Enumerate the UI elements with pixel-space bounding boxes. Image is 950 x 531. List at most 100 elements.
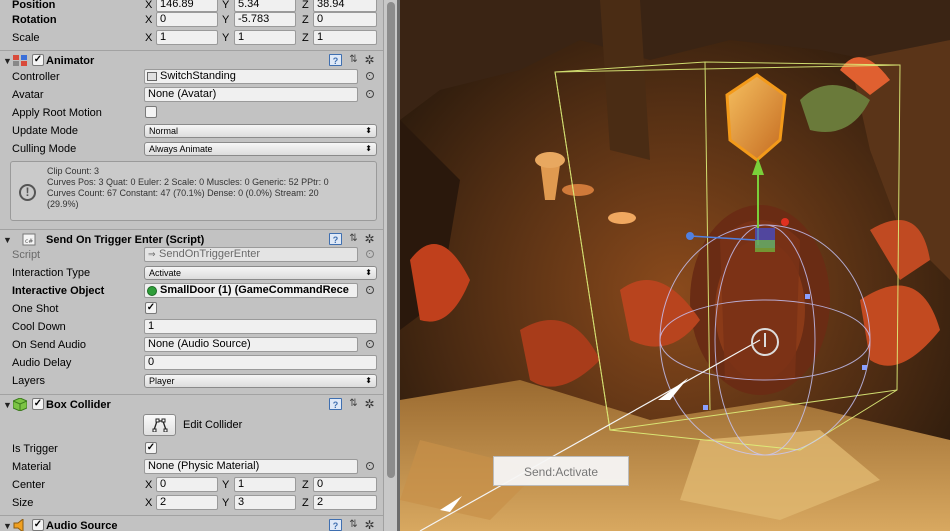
audio-delay-field[interactable]: 0 (144, 355, 377, 370)
gear-icon[interactable]: ✲ (363, 398, 376, 410)
audio-delay-row: Audio Delay 0 (0, 354, 383, 372)
size-x-axis: X (145, 497, 153, 509)
material-field[interactable]: None (Physic Material) (144, 459, 358, 474)
preset-icon[interactable]: ⇅ (347, 398, 360, 410)
scale-x-field[interactable]: 1 (156, 30, 218, 45)
preset-icon[interactable]: ⇅ (347, 233, 360, 245)
audio-source-icon (13, 519, 24, 531)
center-z-field[interactable]: 0 (313, 477, 377, 492)
size-x-field[interactable]: 2 (156, 495, 218, 510)
is-trigger-label: Is Trigger (12, 443, 58, 455)
interaction-type-row: Interaction Type Activate ⬍ (0, 264, 383, 282)
center-y-field[interactable]: 1 (234, 477, 296, 492)
scale-x-axis: X (145, 32, 153, 44)
avatar-field[interactable]: None (Avatar) (144, 87, 358, 102)
avatar-label: Avatar (12, 89, 44, 101)
gear-icon[interactable]: ✲ (363, 233, 376, 245)
foldout-arrow-icon[interactable]: ▼ (3, 400, 12, 410)
animator-info-box: ! Clip Count: 3 Curves Pos: 3 Quat: 0 Eu… (10, 161, 377, 221)
object-picker-icon[interactable] (366, 340, 374, 348)
one-shot-row: One Shot ✓ (0, 300, 383, 318)
scale-y-field[interactable]: 1 (234, 30, 296, 45)
size-z-field[interactable]: 2 (313, 495, 377, 510)
animator-header-icons: ? ⇅ ✲ (329, 54, 379, 68)
scrollbar-thumb[interactable] (387, 2, 395, 478)
interaction-type-dropdown[interactable]: Activate ⬍ (144, 266, 377, 280)
foldout-arrow-icon[interactable]: ▼ (3, 56, 12, 66)
audio-source-header-icons: ? ⇅ ✲ (329, 519, 379, 531)
update-mode-label: Update Mode (12, 125, 79, 137)
apply-root-motion-label: Apply Root Motion (12, 107, 102, 119)
layers-dropdown[interactable]: Player ⬍ (144, 374, 377, 388)
animator-title: Animator (46, 55, 95, 67)
help-icon[interactable]: ? (329, 233, 342, 245)
box-collider-header[interactable]: ▼ ✓ Box Collider ? ⇅ ✲ (0, 394, 383, 414)
apply-root-motion-checkbox[interactable] (145, 106, 157, 118)
controller-field[interactable]: SwitchStanding (144, 69, 358, 84)
inspector-scrollbar[interactable] (383, 0, 397, 531)
culling-mode-row: Culling Mode Always Animate ⬍ (0, 140, 383, 158)
preset-icon[interactable]: ⇅ (347, 519, 360, 531)
interactive-object-label: Interactive Object (12, 285, 105, 297)
update-mode-dropdown[interactable]: Normal ⬍ (144, 124, 377, 138)
on-send-audio-field[interactable]: None (Audio Source) (144, 337, 358, 352)
script-icon: c# (22, 233, 36, 246)
audio-source-enabled-checkbox[interactable]: ✓ (32, 519, 44, 531)
edit-collider-icon (152, 418, 167, 433)
help-icon[interactable]: ? (329, 519, 342, 531)
rotation-z-field[interactable]: 0 (313, 12, 377, 27)
object-picker-icon[interactable] (366, 72, 374, 80)
one-shot-label: One Shot (12, 303, 59, 315)
scale-y-axis: Y (222, 32, 230, 44)
scale-z-field[interactable]: 1 (313, 30, 377, 45)
culling-mode-dropdown[interactable]: Always Animate ⬍ (144, 142, 377, 156)
cool-down-field[interactable]: 1 (144, 319, 377, 334)
scene-view[interactable]: Send:Activate (400, 0, 950, 531)
box-collider-enabled-checkbox[interactable]: ✓ (32, 398, 44, 410)
object-picker-icon[interactable] (366, 286, 374, 294)
rotation-row: Rotation X 0 Y -5.783 Z 0 (0, 11, 383, 29)
animator-controller-icon (147, 72, 157, 81)
cool-down-label: Cool Down (12, 321, 66, 333)
preset-icon[interactable]: ⇅ (347, 54, 360, 66)
dropdown-arrow-icon: ⬍ (365, 268, 372, 277)
center-x-field[interactable]: 0 (156, 477, 218, 492)
layers-row: Layers Player ⬍ (0, 372, 383, 390)
foldout-arrow-icon[interactable]: ▼ (3, 521, 12, 531)
svg-text:c#: c# (25, 238, 33, 245)
material-label: Material (12, 461, 52, 473)
dropdown-arrow-icon: ⬍ (365, 126, 372, 135)
interactive-object-row: Interactive Object SmallDoor (1) (GameCo… (0, 282, 383, 300)
rotation-label: Rotation (12, 14, 57, 26)
interactive-object-value: SmallDoor (1) (GameCommandRece (160, 284, 349, 296)
rotation-x-field[interactable]: 0 (156, 12, 218, 27)
object-picker-icon[interactable] (366, 90, 374, 98)
interactive-object-field[interactable]: SmallDoor (1) (GameCommandRece (144, 283, 358, 298)
one-shot-checkbox[interactable]: ✓ (145, 302, 157, 314)
info-line-1: Clip Count: 3 (47, 166, 100, 176)
gameobject-icon (147, 286, 157, 296)
size-y-field[interactable]: 3 (234, 495, 296, 510)
send-on-trigger-title: Send On Trigger Enter (Script) (46, 234, 205, 246)
edit-collider-button[interactable] (143, 414, 176, 436)
center-label: Center (12, 479, 46, 491)
send-activate-button[interactable]: Send:Activate (493, 456, 629, 486)
box-collider-icon (13, 398, 27, 411)
controller-row: Controller SwitchStanding (0, 68, 383, 86)
interaction-type-value: Activate (149, 268, 182, 278)
audio-source-header[interactable]: ▼ ✓ Audio Source ? ⇅ ✲ (0, 515, 383, 531)
scale-label: Scale (12, 32, 40, 44)
rotation-y-field[interactable]: -5.783 (234, 12, 296, 27)
animator-header[interactable]: ▼ ✓ Animator ? ⇅ ✲ (0, 50, 383, 70)
object-picker-icon[interactable] (366, 462, 374, 470)
help-icon[interactable]: ? (329, 398, 342, 410)
box-collider-title: Box Collider (46, 399, 111, 411)
size-y-axis: Y (222, 497, 230, 509)
gear-icon[interactable]: ✲ (363, 519, 376, 531)
scale-row: Scale X 1 Y 1 Z 1 (0, 29, 383, 47)
animator-enabled-checkbox[interactable]: ✓ (32, 54, 44, 66)
help-icon[interactable]: ? (329, 54, 342, 66)
foldout-arrow-icon[interactable]: ▼ (3, 235, 12, 245)
gear-icon[interactable]: ✲ (363, 54, 376, 66)
is-trigger-checkbox[interactable]: ✓ (145, 442, 157, 454)
